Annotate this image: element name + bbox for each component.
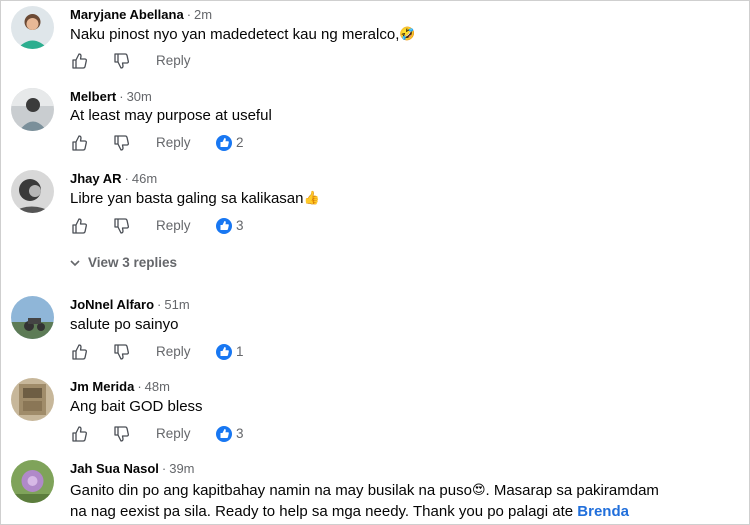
thumbs-up-icon[interactable] (70, 425, 88, 443)
thumbs-up-icon[interactable] (70, 52, 88, 70)
reply-button[interactable]: Reply (156, 426, 191, 441)
like-count: 3 (236, 426, 244, 441)
comment-text-body: na nag eexist pa sila. Ready to help sa … (70, 503, 578, 520)
thumbs-down-icon[interactable] (112, 134, 130, 152)
comment-meta: Jhay AR · 46m (70, 171, 157, 187)
reply-button[interactable]: Reply (156, 218, 191, 233)
separator: · (137, 379, 142, 394)
avatar[interactable] (11, 460, 54, 503)
comment-text: salute po sainyo (70, 316, 179, 333)
comment-text-body: Libre yan basta galing sa kalikasan (70, 190, 304, 207)
comment-author[interactable]: Maryjane Abellana (70, 7, 184, 22)
comment-text-body: Naku pinost nyo yan madedetect kau ng me… (70, 26, 400, 43)
comment-time[interactable]: 30m (127, 89, 152, 104)
thumbs-up-icon[interactable] (70, 217, 88, 235)
separator: · (124, 171, 129, 186)
thumbs-up-icon[interactable] (70, 134, 88, 152)
reply-button[interactable]: Reply (156, 135, 191, 150)
avatar[interactable] (11, 296, 54, 339)
thumbs-down-icon[interactable] (112, 52, 130, 70)
like-count: 1 (236, 344, 244, 359)
like-count: 2 (236, 135, 244, 150)
comment-text: At least may purpose at useful (70, 107, 272, 124)
emoji: 🤣 (399, 26, 416, 41)
separator: · (186, 7, 192, 22)
comment-time[interactable]: 2m (194, 7, 212, 22)
thumbs-down-icon[interactable] (112, 343, 130, 361)
like-count: 3 (236, 218, 244, 233)
comment-time[interactable]: 46m (132, 171, 157, 186)
comment-text-body: Ganito din po ang kapitbahay namin na ma… (70, 482, 472, 499)
reply-button[interactable]: Reply (156, 53, 191, 68)
like-reaction-icon (216, 426, 232, 442)
view-replies-label: View 3 replies (88, 255, 178, 270)
comment-meta: JoNnel Alfaro · 51m (70, 297, 190, 313)
view-replies-button[interactable]: View 3 replies (70, 255, 177, 270)
comment-text: Ang bait GOD bless (70, 398, 203, 415)
like-reaction-icon (216, 135, 232, 151)
like-reaction-icon (216, 218, 232, 234)
comment-meta: Melbert · 30m (70, 89, 152, 105)
comment-text-line-1: Ganito din po ang kapitbahay namin na ma… (70, 479, 659, 501)
avatar[interactable] (11, 378, 54, 421)
reply-button[interactable]: Reply (156, 344, 191, 359)
comment-time[interactable]: 39m (169, 461, 194, 476)
emoji: 👍 (303, 190, 320, 205)
avatar[interactable] (11, 88, 54, 131)
comment-text: Naku pinost nyo yan madedetect kau ng me… (70, 23, 416, 45)
thumbs-up-icon[interactable] (70, 343, 88, 361)
comment-text: Libre yan basta galing sa kalikasan👍 (70, 187, 320, 209)
separator: · (119, 89, 124, 104)
avatar[interactable] (11, 6, 54, 49)
comment-author[interactable]: Jm Merida (70, 379, 134, 394)
comment-meta: Jah Sua Nasol · 39m (70, 461, 195, 477)
comment-time[interactable]: 48m (145, 379, 170, 394)
emoji: 😍 (471, 482, 486, 497)
comment-text-body-cont: . Masarap sa pakiramdam (485, 482, 659, 499)
avatar[interactable] (11, 170, 54, 213)
comment-author[interactable]: Melbert (70, 89, 116, 104)
comment-time[interactable]: 51m (164, 297, 189, 312)
separator: · (157, 297, 162, 312)
thumbs-down-icon[interactable] (112, 217, 130, 235)
separator: · (161, 461, 167, 476)
comment-author[interactable]: Jhay AR (70, 171, 122, 186)
chevron-down-icon (70, 255, 80, 270)
comment-meta: Maryjane Abellana · 2m (70, 7, 212, 23)
like-reaction-icon (216, 344, 232, 360)
mention-link[interactable]: Brenda (577, 503, 629, 520)
comment-meta: Jm Merida · 48m (70, 379, 170, 395)
thumbs-down-icon[interactable] (112, 425, 130, 443)
comment-text-line-2: na nag eexist pa sila. Ready to help sa … (70, 501, 629, 522)
comment-author[interactable]: JoNnel Alfaro (70, 297, 154, 312)
comment-author[interactable]: Jah Sua Nasol (70, 461, 159, 476)
